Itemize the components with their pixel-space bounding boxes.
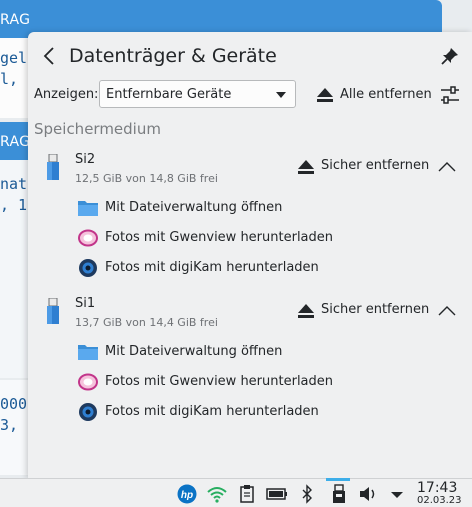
chevron-up-icon[interactable] [438,304,456,316]
action-label: Mit Dateiverwaltung öffnen [105,200,283,215]
safely-remove-label: Sicher entfernen [321,302,430,317]
chevron-up-icon[interactable] [438,160,456,172]
battery-icon[interactable] [266,484,288,504]
svg-text:hp: hp [181,490,193,501]
volume-icon[interactable] [357,484,379,504]
eject-icon [317,88,333,102]
device-free-space: 13,7 GiB von 14,4 GiB frei [75,316,218,329]
action-label: Fotos mit digiKam herunterladen [105,260,319,275]
wifi-icon[interactable] [206,484,228,504]
action-gwenview-download[interactable]: Fotos mit Gwenview herunterladen [77,369,437,395]
section-header: Speichermedium [34,120,161,138]
action-open-file-manager[interactable]: Mit Dateiverwaltung öffnen [77,195,437,221]
device-free-space: 12,5 GiB von 14,8 GiB frei [75,172,218,185]
action-digikam-download[interactable]: Fotos mit digiKam herunterladen [77,399,437,425]
action-label: Fotos mit digiKam herunterladen [105,404,319,419]
usb-drive-icon [47,298,59,324]
action-gwenview-download[interactable]: Fotos mit Gwenview herunterladen [77,225,437,251]
device-name: Si1 [75,296,96,311]
folder-icon [78,201,98,216]
expand-tray-icon[interactable] [386,484,408,504]
bluetooth-icon[interactable] [296,484,318,504]
back-arrow-icon[interactable] [42,46,56,66]
digikam-icon [79,403,97,421]
remove-all-label: Alle entfernen [340,87,432,102]
show-label: Anzeigen: [34,87,99,102]
configure-icon[interactable] [439,85,461,105]
folder-icon [78,345,98,360]
device-filter-select[interactable]: Entfernbare Geräte [99,80,296,108]
popup-title: Datenträger & Geräte [69,45,277,67]
action-label: Fotos mit Gwenview herunterladen [105,230,334,245]
safely-remove-label: Sicher entfernen [321,158,430,173]
clipboard-icon[interactable] [236,484,258,504]
device-name: Si2 [75,152,96,167]
popup-toolbar: Anzeigen: Entfernbare Geräte Alle entfer… [28,80,472,110]
usb-drive-icon[interactable] [328,484,350,504]
devices-popup: Datenträger & Geräte Anzeigen: Entfernba… [28,32,472,478]
hp-icon[interactable]: hp [176,484,198,504]
gwenview-icon [78,229,98,247]
device-item[interactable]: Si2 12,5 GiB von 14,8 GiB frei Sicher en… [28,152,472,302]
clock-date[interactable]: 02.03.23 [417,495,462,506]
eject-icon [298,160,314,174]
chevron-down-icon [276,92,286,98]
action-open-file-manager[interactable]: Mit Dateiverwaltung öffnen [77,339,437,365]
clock-time[interactable]: 17:43 [417,480,457,496]
eject-icon [298,304,314,318]
popup-header: Datenträger & Geräte [28,32,472,80]
action-label: Fotos mit Gwenview herunterladen [105,374,334,389]
taskbar: hp 17:43 02.03.23 [0,478,472,507]
active-indicator [326,478,350,481]
action-digikam-download[interactable]: Fotos mit digiKam herunterladen [77,255,437,281]
device-filter-value: Entfernbare Geräte [106,87,232,102]
gwenview-icon [78,373,98,391]
pin-icon[interactable] [440,46,460,66]
digikam-icon [79,259,97,277]
device-item[interactable]: Si1 13,7 GiB von 14,4 GiB frei Sicher en… [28,296,472,446]
action-label: Mit Dateiverwaltung öffnen [105,344,283,359]
usb-drive-icon [47,154,59,180]
